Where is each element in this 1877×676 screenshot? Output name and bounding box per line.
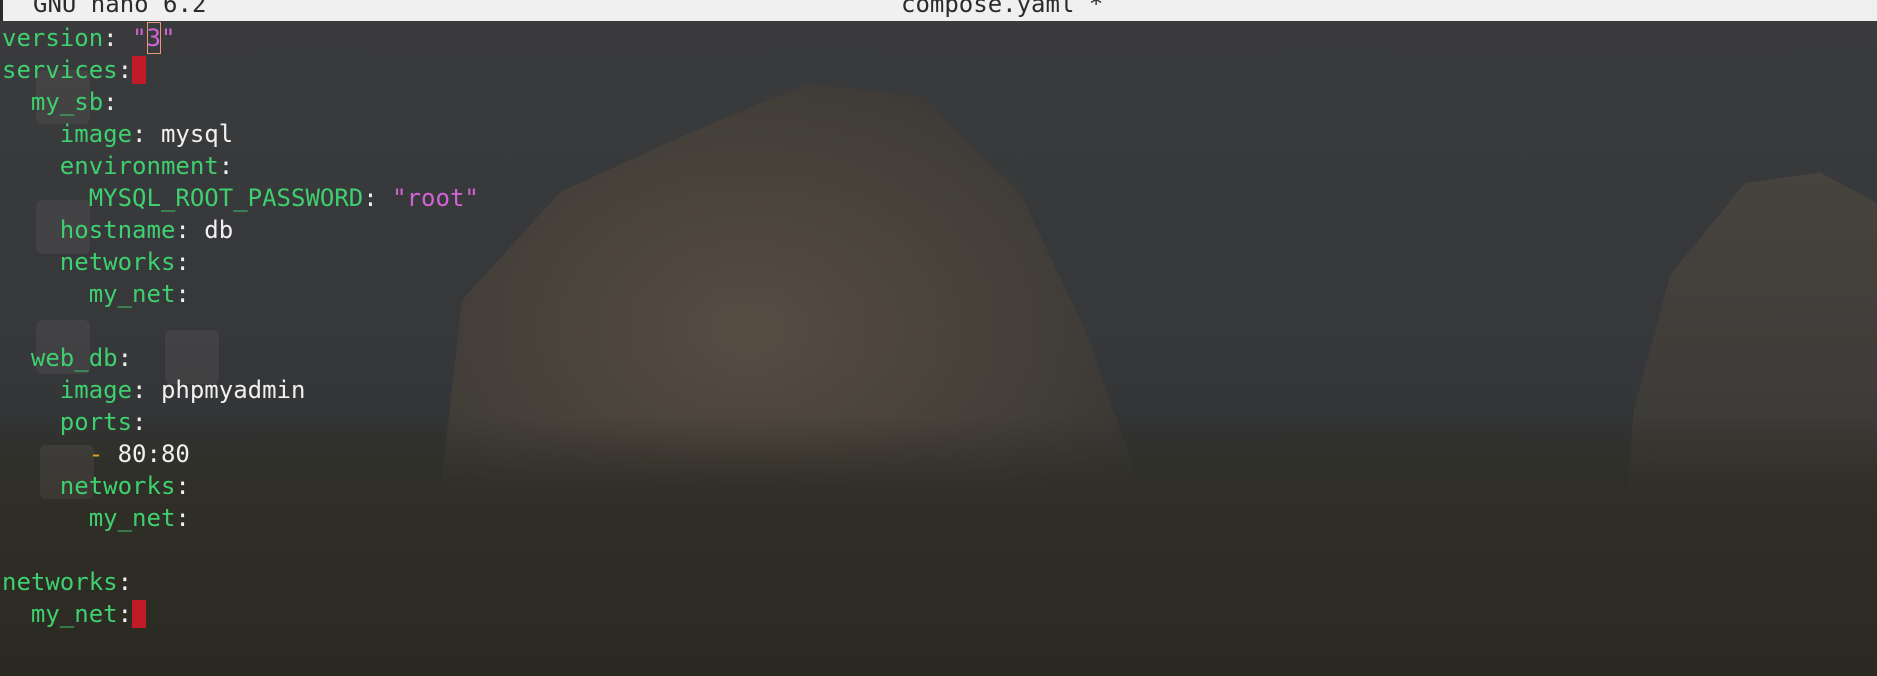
trailing-whitespace-marker xyxy=(132,600,147,628)
yaml-separator: : xyxy=(103,88,118,116)
yaml-key: networks xyxy=(59,472,176,500)
editor-line[interactable]: my_sb: xyxy=(2,86,118,118)
yaml-key: services xyxy=(2,56,118,84)
editor-line[interactable]: networks: xyxy=(2,566,132,598)
editor-line[interactable]: environment: xyxy=(2,150,233,182)
editor-line[interactable]: services: xyxy=(2,54,147,86)
yaml-separator: : xyxy=(218,152,234,180)
yaml-separator: : xyxy=(103,24,133,52)
yaml-key: environment xyxy=(59,152,219,180)
editor-line[interactable]: image: phpmyadmin xyxy=(2,374,306,406)
yaml-separator: : xyxy=(117,568,133,596)
yaml-key: my_sb xyxy=(30,88,104,116)
yaml-value: phpmyadmin xyxy=(160,376,306,404)
yaml-separator: : xyxy=(132,120,161,148)
editor-text-area[interactable]: version: "3" services: my_sb: image: mysq… xyxy=(0,22,1877,676)
yaml-key: MYSQL_ROOT_PASSWORD xyxy=(88,184,364,212)
editor-line[interactable]: my_net: xyxy=(2,278,190,310)
editor-line[interactable]: image: mysql xyxy=(2,118,233,150)
yaml-key: hostname xyxy=(59,216,176,244)
yaml-key: my_net xyxy=(30,600,118,628)
editor-line[interactable]: my_net: xyxy=(2,502,190,534)
editor-line[interactable]: - 80:80 xyxy=(2,438,190,470)
editor-line[interactable]: networks: xyxy=(2,246,190,278)
editor-line[interactable]: ports: xyxy=(2,406,147,438)
yaml-separator: : xyxy=(175,504,190,532)
file-name: compose.yaml * xyxy=(901,0,1104,18)
yaml-separator: : xyxy=(175,280,190,308)
editor-line[interactable]: networks: xyxy=(2,470,190,502)
yaml-separator: : xyxy=(175,472,190,500)
app-name: GNU nano 6.2 xyxy=(33,0,207,18)
yaml-key: image xyxy=(59,376,133,404)
yaml-value: db xyxy=(204,216,234,244)
yaml-separator: : xyxy=(132,376,161,404)
yaml-value: 80:80 xyxy=(103,440,190,468)
editor-line[interactable]: my_net: xyxy=(2,598,147,630)
list-dash: - xyxy=(88,440,104,468)
yaml-string: "3" xyxy=(132,22,176,54)
nano-title-bar: GNU nano 6.2 compose.yaml * xyxy=(0,0,1877,21)
yaml-key: web_db xyxy=(30,344,118,372)
editor-line[interactable]: MYSQL_ROOT_PASSWORD: "root" xyxy=(2,182,479,214)
yaml-key: image xyxy=(59,120,133,148)
yaml-key: version xyxy=(2,24,104,52)
yaml-separator: : xyxy=(117,600,133,628)
yaml-separator: : xyxy=(363,184,393,212)
text-cursor: 3 xyxy=(146,22,161,54)
yaml-value: mysql xyxy=(160,120,234,148)
yaml-key: ports xyxy=(59,408,133,436)
yaml-separator: : xyxy=(117,344,133,372)
yaml-key: my_net xyxy=(88,280,176,308)
editor-line[interactable]: web_db: xyxy=(2,342,132,374)
yaml-separator: : xyxy=(175,248,190,276)
yaml-key: networks xyxy=(59,248,176,276)
editor-line[interactable]: version: "3" xyxy=(2,22,175,54)
yaml-string: "root" xyxy=(392,184,479,212)
trailing-whitespace-marker xyxy=(132,56,147,84)
yaml-key: my_net xyxy=(88,504,176,532)
yaml-separator: : xyxy=(132,408,147,436)
yaml-key: networks xyxy=(2,568,118,596)
yaml-separator: : xyxy=(175,216,205,244)
editor-line[interactable]: hostname: db xyxy=(2,214,233,246)
yaml-separator: : xyxy=(117,56,133,84)
